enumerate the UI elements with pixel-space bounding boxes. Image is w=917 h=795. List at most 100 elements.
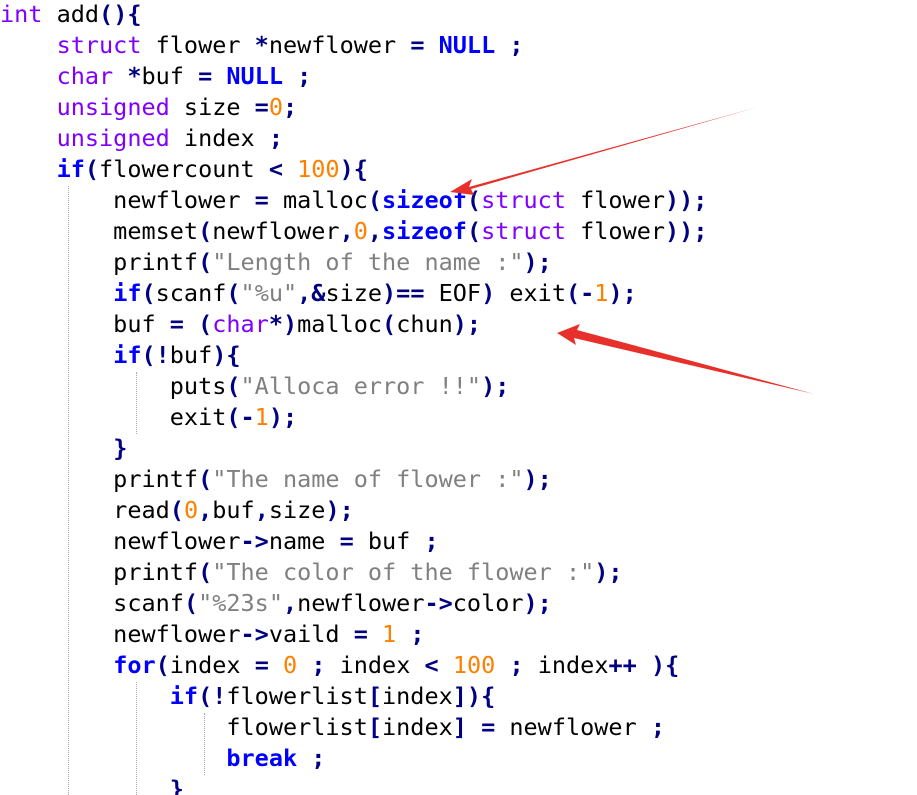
operator: ; (297, 62, 312, 90)
operator: ; (509, 31, 524, 59)
code-text: index (169, 124, 269, 152)
number-literal: 0 (353, 217, 368, 245)
code-text: printf (0, 465, 199, 493)
operator: ); (523, 465, 552, 493)
operator: ){ (650, 651, 680, 679)
code-text: flowerlist (0, 713, 368, 741)
code-line[interactable]: char *buf = NULL ; (0, 61, 312, 92)
code-line[interactable]: unsigned size =0; (0, 92, 298, 123)
code-line[interactable]: if(flowercount < 100){ (0, 154, 368, 185)
operator: , (254, 496, 269, 524)
code-line[interactable]: for(index = 0 ; index < 100 ; index++ ){ (0, 650, 679, 681)
operator: ; (282, 93, 298, 121)
code-line[interactable]: int add(){ (0, 0, 142, 30)
code-text: size (268, 496, 326, 524)
code-text: buf (212, 496, 255, 524)
code-text: name (268, 527, 340, 555)
operator: ; (424, 527, 439, 555)
operator: = (254, 93, 269, 121)
type-keyword: struct (481, 186, 566, 214)
code-text: newflower (268, 31, 411, 59)
number-literal: 0 (183, 496, 199, 524)
operator: ); (594, 558, 623, 586)
code-line[interactable]: printf("The color of the flower :"); (0, 557, 623, 588)
code-line[interactable]: printf("Length of the name :"); (0, 247, 552, 278)
operator: ( (198, 558, 213, 586)
operator: = (198, 62, 213, 90)
operator: ); (523, 589, 552, 617)
operator: ); (325, 496, 354, 524)
code-line[interactable]: } (0, 774, 184, 795)
number-literal: 0 (283, 651, 298, 679)
code-line[interactable]: newflower->name = buf ; (0, 526, 439, 557)
code-line[interactable]: struct flower *newflower = NULL ; (0, 30, 524, 61)
operator: (! (198, 682, 227, 710)
code-text: scanf (0, 589, 184, 617)
code-line[interactable]: read(0,buf,size); (0, 495, 354, 526)
code-text: puts (0, 372, 227, 400)
operator: ( (141, 279, 156, 307)
code-line[interactable]: } (0, 433, 127, 464)
operator: < (424, 651, 439, 679)
operator: ,& (297, 279, 326, 307)
code-text: read (0, 496, 170, 524)
number-literal: 100 (297, 155, 340, 183)
code-line[interactable]: break ; (0, 743, 325, 774)
operator: = (353, 620, 368, 648)
code-line[interactable]: if(scanf("%u",&size)== EOF) exit(-1); (0, 278, 637, 309)
code-line[interactable]: buf = (char*)malloc(chun); (0, 309, 481, 340)
code-text: size (325, 279, 383, 307)
operator: , (367, 217, 383, 245)
operator: (- (565, 279, 595, 307)
type-keyword: int (0, 0, 43, 28)
code-line[interactable]: flowerlist[index] = newflower ; (0, 712, 665, 743)
keyword: NULL (226, 62, 283, 90)
operator: } (169, 775, 184, 795)
operator: *) (268, 310, 298, 338)
code-text: buf (141, 62, 199, 90)
type-keyword: struct (481, 217, 566, 245)
operator: * (254, 31, 269, 59)
operator: < (268, 155, 283, 183)
code-line[interactable]: printf("The name of flower :"); (0, 464, 552, 495)
operator: ] (452, 713, 467, 741)
code-line[interactable]: scanf("%23s",newflower->color); (0, 588, 552, 619)
operator: ( (466, 217, 482, 245)
operator: ( (169, 496, 184, 524)
operator: ; (509, 651, 524, 679)
code-text: flower (565, 186, 666, 214)
string-literal: "Alloca error !!" (240, 372, 482, 400)
type-keyword: unsigned (56, 93, 170, 121)
string-literal: "%u" (240, 279, 298, 307)
code-line[interactable]: newflower->vaild = 1 ; (0, 619, 424, 650)
code-text: newflower (0, 527, 241, 555)
code-text: newflower (0, 620, 241, 648)
code-line[interactable]: newflower = malloc(sizeof(struct flower)… (0, 185, 707, 216)
operator: [ (367, 682, 383, 710)
code-line[interactable]: if(!buf){ (0, 340, 240, 371)
code-text: exit (0, 403, 227, 431)
code-line[interactable]: memset(newflower,0,sizeof(struct flower)… (0, 216, 707, 247)
operator: ++ (608, 651, 637, 679)
operator: ) (481, 279, 496, 307)
code-text: EOF (424, 279, 482, 307)
operator: ( (226, 372, 241, 400)
string-literal: "%23s" (198, 589, 283, 617)
code-line[interactable]: exit(-1); (0, 402, 297, 433)
code-line[interactable]: if(!flowerlist[index]){ (0, 681, 495, 712)
code-editor[interactable]: int add(){ struct flower *newflower = NU… (0, 0, 917, 795)
keyword: if (113, 341, 142, 369)
operator: (- (226, 403, 255, 431)
operator: , (198, 496, 213, 524)
code-line[interactable]: unsigned index ; (0, 123, 283, 154)
keyword: if (56, 155, 85, 183)
code-line[interactable]: puts("Alloca error !!"); (0, 371, 510, 402)
operator: ( (367, 186, 383, 214)
